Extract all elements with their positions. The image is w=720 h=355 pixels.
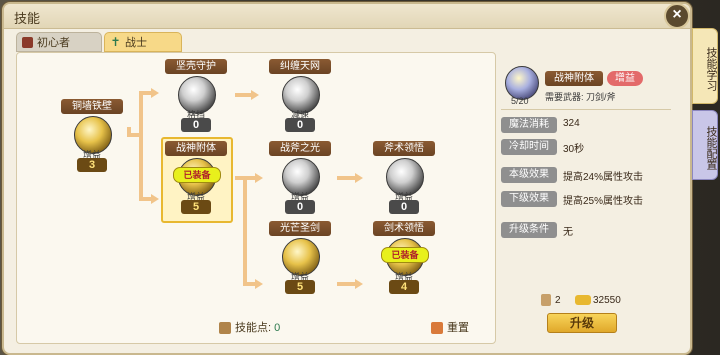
skill-level: 0 xyxy=(389,200,419,214)
skill-points-value: 0 xyxy=(274,322,281,334)
arrow-icon xyxy=(251,90,259,100)
divider xyxy=(501,109,671,110)
skill-level: 3 xyxy=(77,158,107,172)
row-label: 魔法消耗 xyxy=(501,117,557,133)
skill-name: 坚壳守护 xyxy=(165,59,227,74)
equipped-badge: 已装备 xyxy=(381,247,429,263)
detail-row: 冷却时间 30秒 xyxy=(501,139,671,157)
skill-detail-panel: 5/20 战神附体 增益 需要武器: 刀剑/斧 魔法消耗 324 冷却时间 30… xyxy=(501,66,671,344)
upgrade-button[interactable]: 升级 xyxy=(547,313,617,333)
row-label: 升级条件 xyxy=(501,222,557,238)
arrow-icon xyxy=(255,279,263,289)
row-value: 324 xyxy=(563,118,580,129)
skill-window: 技能 × 初心者 ✝ 战士 铜墙铁壁 增益 3 坚壳守护 格挡 0 纠缠天网 减… xyxy=(2,2,692,355)
reset-icon xyxy=(431,322,443,335)
row-value: 无 xyxy=(563,227,573,238)
skill-node-fushu[interactable]: 斧术领悟 增益 0 xyxy=(373,141,435,217)
skill-node-guangmang[interactable]: 光芒圣剑 增益 5 xyxy=(269,221,331,297)
tab-novice[interactable]: 初心者 xyxy=(16,32,102,52)
gold-icon xyxy=(575,295,591,305)
connector xyxy=(243,176,247,286)
detail-badge: 增益 xyxy=(607,71,643,86)
skill-node-zhanshen[interactable]: 战神附体 已装备 增益 5 xyxy=(165,141,227,217)
detail-row: 下级效果 提高25%属性攻击 xyxy=(501,191,671,209)
detail-header: 5/20 战神附体 增益 需要武器: 刀剑/斧 xyxy=(501,66,671,106)
book-count: 2 xyxy=(555,295,561,306)
equipped-badge: 已装备 xyxy=(173,167,221,183)
skill-level: 0 xyxy=(285,200,315,214)
arrow-icon xyxy=(355,279,363,289)
detail-row: 本级效果 提高24%属性攻击 xyxy=(501,167,671,185)
skill-name: 剑术领悟 xyxy=(373,221,435,236)
reset-button[interactable]: 重置 xyxy=(431,319,469,335)
skill-book-icon xyxy=(541,294,551,306)
skill-level: 0 xyxy=(181,118,211,132)
connector xyxy=(337,176,357,180)
side-tab-skill-learn[interactable]: 技能学习 xyxy=(692,28,718,104)
row-value: 提高25%属性攻击 xyxy=(563,196,644,207)
row-label: 冷却时间 xyxy=(501,139,557,155)
tab-warrior[interactable]: ✝ 战士 xyxy=(104,32,182,52)
title-bar: 技能 × xyxy=(4,3,690,29)
detail-name: 战神附体 xyxy=(545,71,603,86)
connector xyxy=(139,91,143,201)
skill-node-jiuchan[interactable]: 纠缠天网 减速 0 xyxy=(269,59,331,135)
skill-name: 纠缠天网 xyxy=(269,59,331,74)
arrow-icon xyxy=(355,173,363,183)
detail-level: 5/20 xyxy=(511,96,529,106)
skill-name: 斧术领悟 xyxy=(373,141,435,156)
detail-row: 魔法消耗 324 xyxy=(501,117,671,135)
skill-node-jianke[interactable]: 坚壳守护 格挡 0 xyxy=(165,59,227,135)
connector xyxy=(337,282,357,286)
book-icon xyxy=(219,322,231,335)
reset-label: 重置 xyxy=(447,322,469,334)
arrow-icon xyxy=(151,88,159,98)
row-label: 下级效果 xyxy=(501,191,557,207)
detail-weapon: 需要武器: 刀剑/斧 xyxy=(545,92,616,102)
tab-novice-label: 初心者 xyxy=(37,37,70,49)
skill-node-zhanfu[interactable]: 战斧之光 增益 0 xyxy=(269,141,331,217)
skill-points-label: 技能点: xyxy=(235,322,272,334)
war-god-icon xyxy=(505,66,539,100)
gold-amount: 32550 xyxy=(593,295,621,306)
close-button[interactable]: × xyxy=(664,3,690,29)
skill-level: 4 xyxy=(389,280,419,294)
row-value: 30秒 xyxy=(563,144,585,155)
arrow-icon xyxy=(151,194,159,204)
skill-level: 5 xyxy=(181,200,211,214)
side-tab-skill-config[interactable]: 技能配置 xyxy=(692,110,718,180)
connector xyxy=(131,133,143,137)
row-label: 本级效果 xyxy=(501,167,557,183)
cross-icon: ✝ xyxy=(110,35,121,49)
skill-tree-panel: 铜墙铁壁 增益 3 坚壳守护 格挡 0 纠缠天网 减速 0 战神附体 已装备 增… xyxy=(16,52,496,344)
skill-level: 0 xyxy=(285,118,315,132)
tab-warrior-label: 战士 xyxy=(125,37,147,49)
detail-row: 升级条件 无 xyxy=(501,222,671,240)
arrow-icon xyxy=(255,173,263,183)
skill-name: 光芒圣剑 xyxy=(269,221,331,236)
skill-level: 5 xyxy=(285,280,315,294)
skill-name: 铜墙铁壁 xyxy=(61,99,123,114)
window-title: 技能 xyxy=(14,11,41,26)
skill-node-tongqiang[interactable]: 铜墙铁壁 增益 3 xyxy=(61,99,123,175)
skill-name: 战斧之光 xyxy=(269,141,331,156)
novice-icon xyxy=(22,37,33,48)
row-value: 提高24%属性攻击 xyxy=(563,172,644,183)
skill-node-jianshu[interactable]: 剑术领悟 已装备 增益 4 xyxy=(373,221,435,297)
skill-name: 战神附体 xyxy=(165,141,227,156)
skill-points: 技能点: 0 xyxy=(219,319,280,335)
